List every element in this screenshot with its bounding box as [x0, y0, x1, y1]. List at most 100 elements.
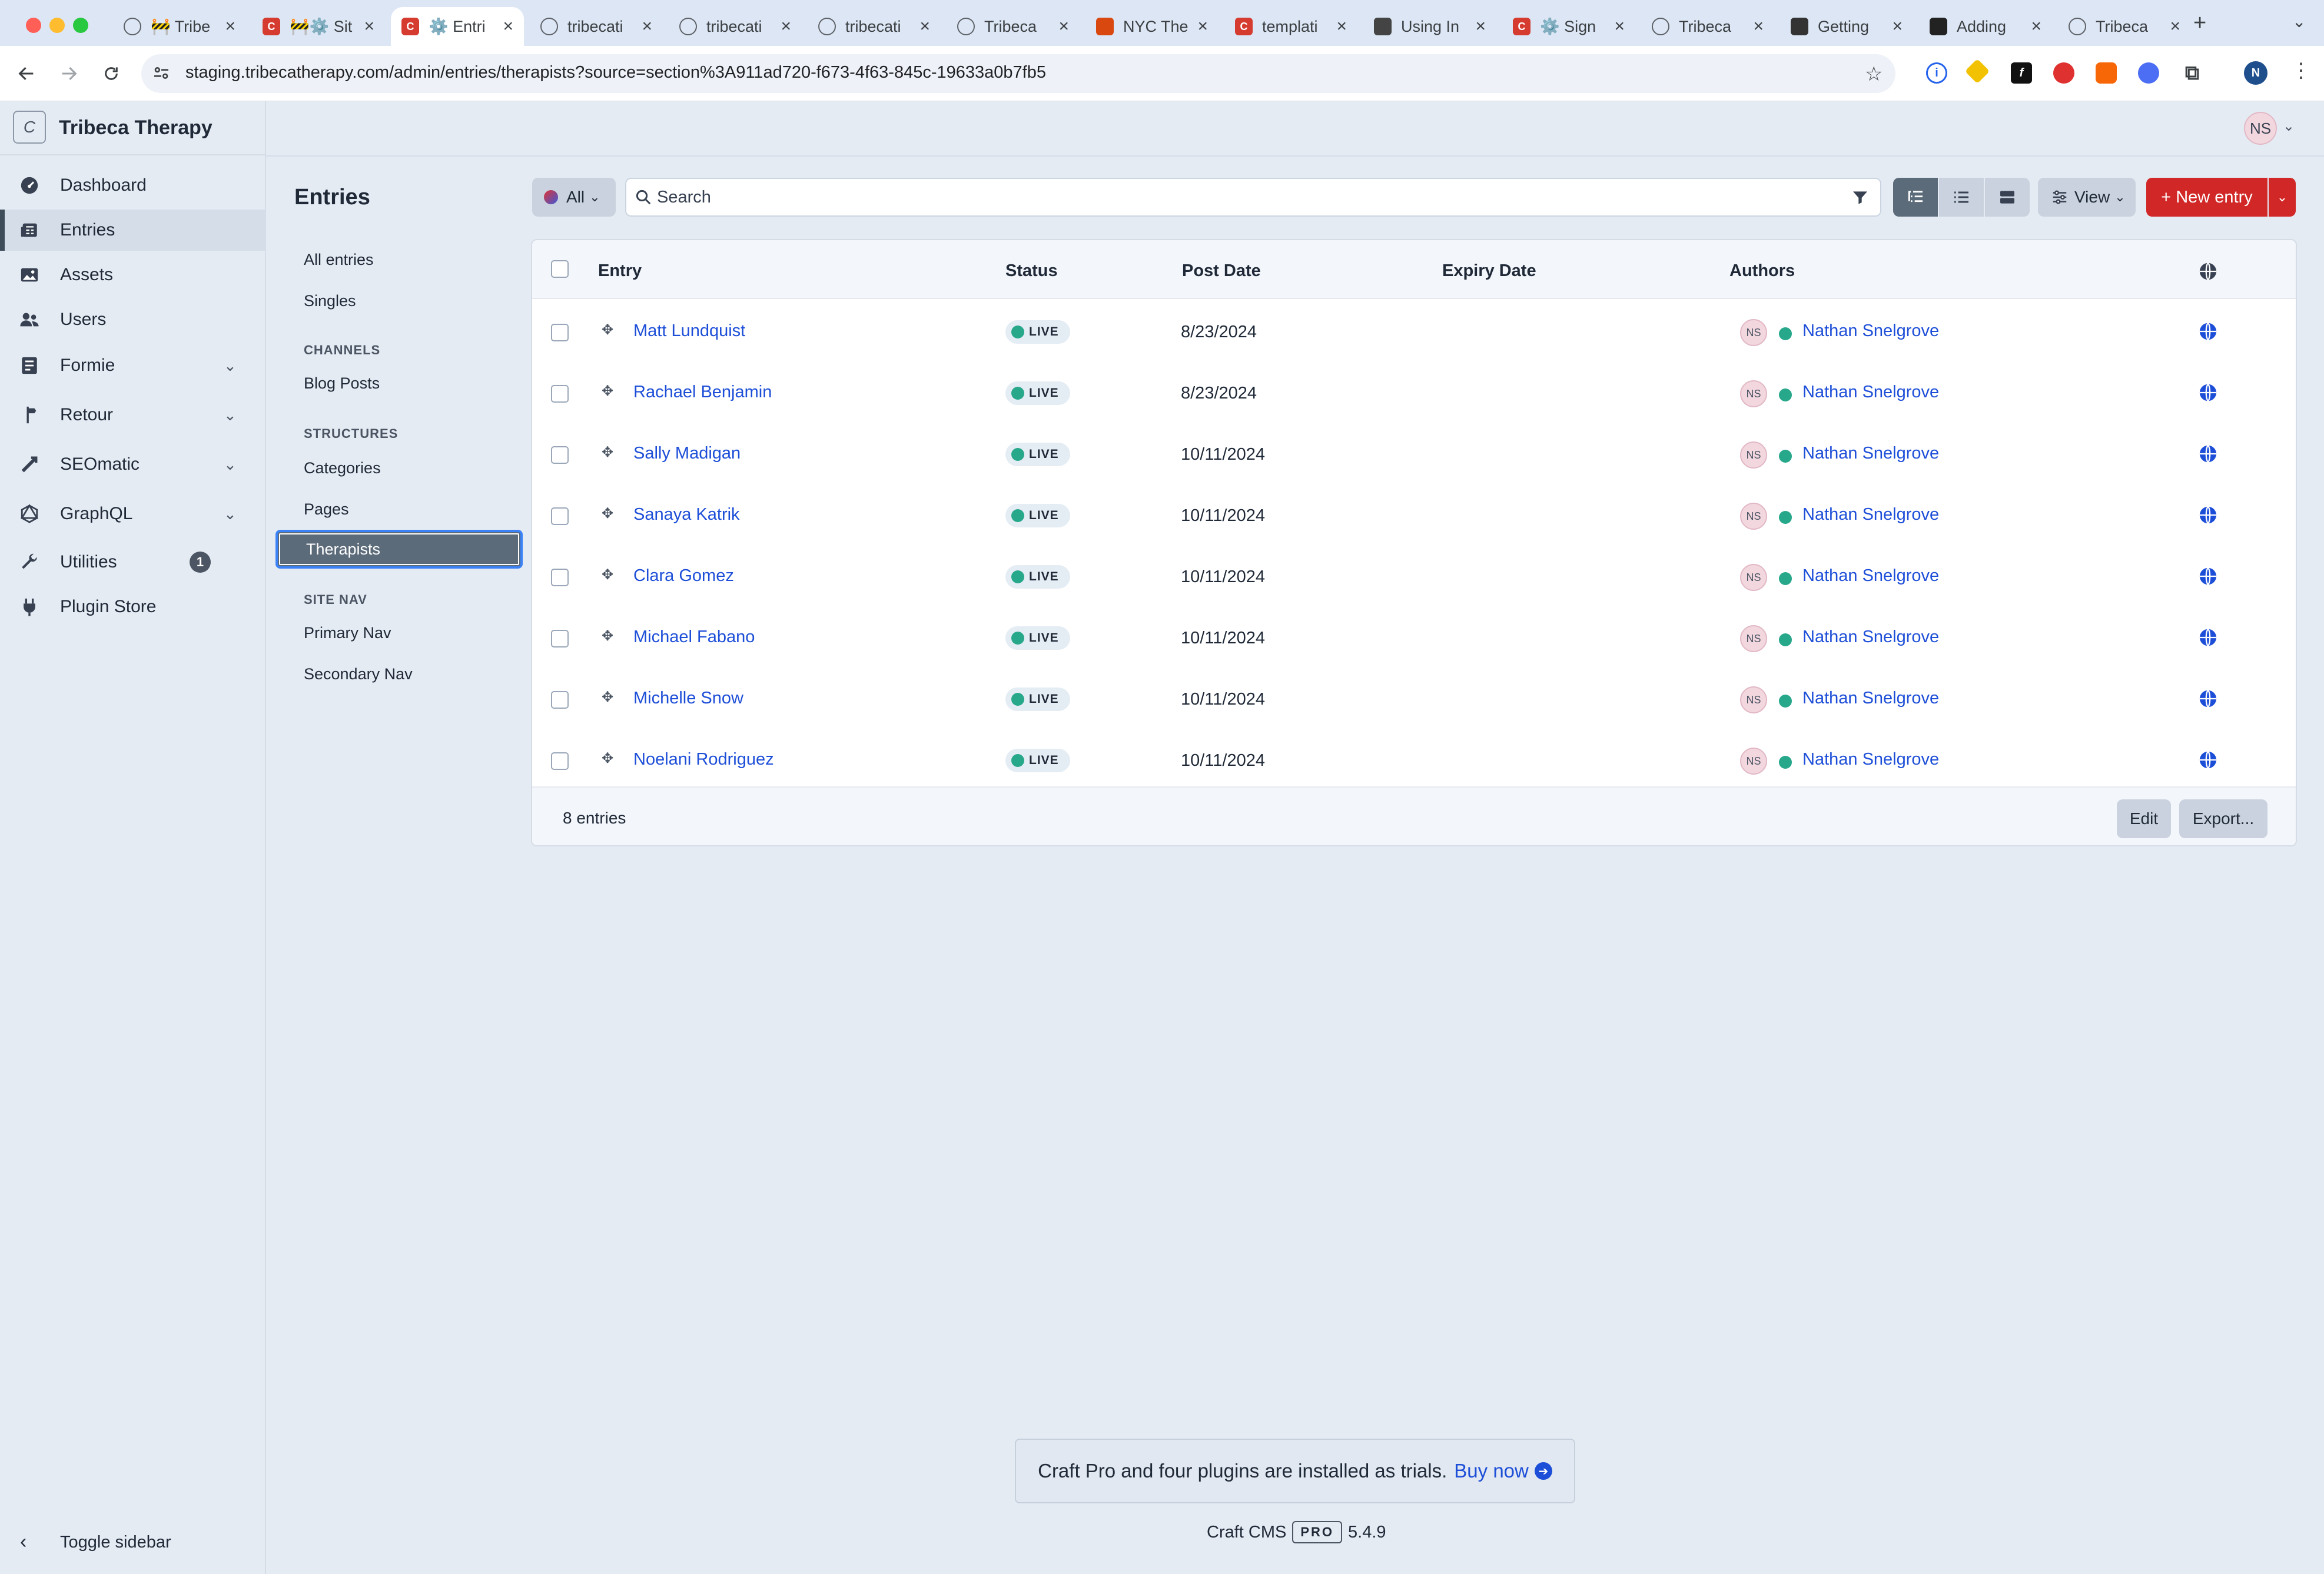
- author-link[interactable]: Nathan Snelgrove: [1802, 750, 1939, 769]
- new-entry-menu-button[interactable]: ⌄: [2269, 178, 2296, 217]
- font-extension-icon[interactable]: f: [2011, 62, 2032, 84]
- close-tab-icon[interactable]: ×: [1892, 16, 1903, 36]
- row-checkbox[interactable]: [551, 507, 569, 525]
- nav-item-assets[interactable]: Assets: [0, 254, 266, 295]
- source-pages[interactable]: Pages: [275, 490, 523, 529]
- export-button[interactable]: Export...: [2179, 799, 2267, 838]
- table-row[interactable]: ✥ Matt Lundquist LIVE 8/23/2024 NS Nathan Sne…: [532, 301, 2296, 363]
- globe-icon[interactable]: [2198, 566, 2218, 586]
- minimize-window-button[interactable]: [49, 18, 65, 33]
- author-link[interactable]: Nathan Snelgrove: [1802, 505, 1939, 524]
- source-categories[interactable]: Categories: [275, 449, 523, 487]
- forward-icon[interactable]: [54, 59, 84, 88]
- new-tab-button[interactable]: +: [2193, 11, 2206, 36]
- chevron-down-icon[interactable]: ⌄: [224, 357, 237, 375]
- close-tab-icon[interactable]: ×: [781, 16, 791, 36]
- close-tab-icon[interactable]: ×: [503, 16, 513, 36]
- move-icon[interactable]: ✥: [602, 627, 613, 645]
- nav-item-retour[interactable]: Retour ⌄: [0, 394, 266, 436]
- author-link[interactable]: Nathan Snelgrove: [1802, 689, 1939, 708]
- move-icon[interactable]: ✥: [602, 505, 613, 522]
- move-icon[interactable]: ✥: [602, 689, 613, 706]
- chevron-down-icon[interactable]: ⌄: [224, 505, 237, 523]
- column-expiry-date[interactable]: Expiry Date: [1442, 261, 1536, 281]
- toggle-sidebar-button[interactable]: ‹ Toggle sidebar: [0, 1523, 266, 1565]
- tab-search-button[interactable]: ⌄: [2292, 12, 2306, 31]
- site-selector-button[interactable]: All ⌄: [532, 178, 616, 217]
- bookmark-star-icon[interactable]: ☆: [1865, 62, 1883, 86]
- entry-title-link[interactable]: Noelani Rodriguez: [633, 750, 774, 769]
- browser-tab[interactable]: Adding ×: [1919, 7, 2052, 46]
- entry-title-link[interactable]: Michelle Snow: [633, 689, 743, 708]
- browser-tab[interactable]: C 🚧⚙️ Sit ×: [252, 7, 385, 46]
- author-link[interactable]: Nathan Snelgrove: [1802, 321, 1939, 341]
- globe-icon[interactable]: [2198, 383, 2218, 403]
- search-input[interactable]: [657, 179, 1822, 215]
- buy-now-link[interactable]: Buy now ➔: [1454, 1460, 1552, 1482]
- globe-icon[interactable]: [2198, 627, 2218, 647]
- entry-title-link[interactable]: Michael Fabano: [633, 627, 755, 647]
- row-checkbox[interactable]: [551, 630, 569, 647]
- close-tab-icon[interactable]: ×: [1753, 16, 1764, 36]
- user-avatar[interactable]: NS: [2244, 112, 2277, 145]
- column-status[interactable]: Status: [1005, 261, 1058, 281]
- zoom-window-button[interactable]: [73, 18, 88, 33]
- back-icon[interactable]: [12, 59, 41, 88]
- nav-item-plugin-store[interactable]: Plugin Store: [0, 586, 266, 627]
- entry-title-link[interactable]: Matt Lundquist: [633, 321, 745, 341]
- column-post-date[interactable]: Post Date: [1182, 261, 1261, 281]
- close-tab-icon[interactable]: ×: [1336, 16, 1347, 36]
- table-view-button[interactable]: [1939, 178, 1984, 217]
- author-link[interactable]: Nathan Snelgrove: [1802, 444, 1939, 463]
- browser-tab[interactable]: Tribeca ×: [2058, 7, 2191, 46]
- browser-tab[interactable]: C ⚙️ Entri ×: [391, 7, 524, 46]
- browser-tab[interactable]: NYC The ×: [1085, 7, 1219, 46]
- entry-title-link[interactable]: Clara Gomez: [633, 566, 734, 586]
- table-row[interactable]: ✥ Clara Gomez LIVE 10/11/2024 NS Nathan Snelg…: [532, 546, 2296, 607]
- site-brand[interactable]: C Tribeca Therapy: [0, 101, 266, 155]
- chevron-down-icon[interactable]: ⌄: [224, 406, 237, 424]
- close-tab-icon[interactable]: ×: [2170, 16, 2180, 36]
- row-checkbox[interactable]: [551, 385, 569, 403]
- table-row[interactable]: ✥ Sanaya Katrik LIVE 10/11/2024 NS Nathan Sne…: [532, 485, 2296, 546]
- close-tab-icon[interactable]: ×: [225, 16, 235, 36]
- chevron-down-icon[interactable]: ⌄: [2283, 118, 2295, 135]
- globe-icon[interactable]: [2198, 321, 2218, 341]
- browser-tab[interactable]: Ctemplati ×: [1224, 7, 1357, 46]
- entry-title-link[interactable]: Rachael Benjamin: [633, 383, 772, 402]
- table-row[interactable]: ✥ Sally Madigan LIVE 10/11/2024 NS Nathan Sne…: [532, 424, 2296, 485]
- nav-item-dashboard[interactable]: Dashboard: [0, 165, 266, 206]
- column-authors[interactable]: Authors: [1729, 261, 1795, 281]
- globe-icon[interactable]: [2198, 689, 2218, 709]
- source-secondary-nav[interactable]: Secondary Nav: [275, 655, 523, 693]
- search-box[interactable]: [625, 178, 1881, 217]
- close-tab-icon[interactable]: ×: [642, 16, 652, 36]
- close-tab-icon[interactable]: ×: [2031, 16, 2041, 36]
- nav-item-seomatic[interactable]: SEOmatic ⌄: [0, 444, 266, 485]
- source-blog-posts[interactable]: Blog Posts: [275, 364, 523, 403]
- row-checkbox[interactable]: [551, 752, 569, 770]
- close-window-button[interactable]: [26, 18, 41, 33]
- table-row[interactable]: ✥ Noelani Rodriguez LIVE 10/11/2024 NS Nathan…: [532, 730, 2296, 791]
- close-tab-icon[interactable]: ×: [1197, 16, 1208, 36]
- source-singles[interactable]: Singles: [275, 281, 523, 320]
- table-row[interactable]: ✥ Michelle Snow LIVE 10/11/2024 NS Nathan Sne…: [532, 669, 2296, 730]
- move-icon[interactable]: ✥: [602, 383, 613, 400]
- select-all-checkbox[interactable]: [551, 260, 569, 278]
- row-checkbox[interactable]: [551, 446, 569, 464]
- column-entry[interactable]: Entry: [598, 261, 642, 281]
- globe-icon[interactable]: [2198, 505, 2218, 525]
- browser-tab[interactable]: tribecati ×: [808, 7, 941, 46]
- move-icon[interactable]: ✥: [602, 444, 613, 461]
- move-icon[interactable]: ✥: [602, 321, 613, 338]
- move-icon[interactable]: ✥: [602, 750, 613, 767]
- blue-extension-icon[interactable]: [2138, 62, 2159, 84]
- close-tab-icon[interactable]: ×: [364, 16, 374, 36]
- chevron-down-icon[interactable]: ⌄: [224, 456, 237, 474]
- row-checkbox[interactable]: [551, 324, 569, 341]
- author-link[interactable]: Nathan Snelgrove: [1802, 627, 1939, 647]
- table-row[interactable]: ✥ Michael Fabano LIVE 10/11/2024 NS Nathan Sn…: [532, 607, 2296, 669]
- cards-view-button[interactable]: [1985, 178, 2030, 217]
- entry-title-link[interactable]: Sanaya Katrik: [633, 505, 740, 524]
- source-all-entries[interactable]: All entries: [275, 240, 523, 279]
